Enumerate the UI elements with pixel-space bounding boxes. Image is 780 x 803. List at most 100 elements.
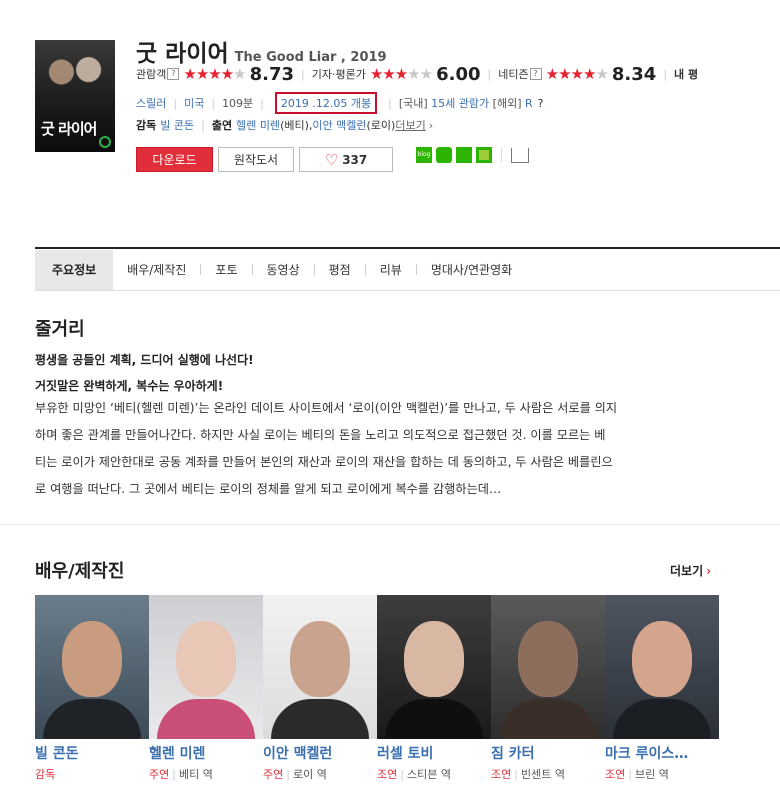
audience-label: 관람객 — [136, 68, 167, 81]
critic-score: 6.00 — [436, 63, 481, 85]
cast-role: 감독 — [35, 768, 56, 781]
original-book-button[interactable]: 원작도서 — [218, 147, 294, 172]
divider: | — [260, 96, 264, 110]
cast-role: 조연 — [377, 768, 398, 781]
help-icon[interactable]: ? — [538, 97, 544, 110]
cast-name[interactable]: 짐 카터 — [491, 743, 605, 763]
critic-label: 기자·평론가 — [311, 68, 366, 81]
blog-share-icon[interactable]: blog — [416, 147, 432, 163]
cast-body — [43, 699, 141, 739]
country-link[interactable]: 미국 — [184, 95, 204, 111]
critic-stars: ★★★★★ — [369, 65, 433, 83]
poster-image — [41, 48, 109, 96]
cast-name[interactable]: 빌 콘돈 — [35, 743, 149, 763]
netizen-stars: ★★★★★ — [545, 65, 609, 83]
divider: | — [487, 67, 492, 81]
synopsis-line: 하며 좋은 관계를 만들어나간다. 하지만 사실 로이는 베티의 돈을 노리고 … — [35, 428, 606, 442]
cast-card[interactable]: 짐 카터 조연 | 빈센트 역 — [491, 595, 605, 782]
cast-role: 주연 — [263, 768, 284, 781]
tab-cast[interactable]: 배우/제작진 — [113, 250, 200, 290]
credits-line: 감독 빌 콘돈 | 출연 헬렌 미렌 (베티), 이안 맥켈런 (로이) 더보기 › — [136, 116, 433, 134]
divider: | — [628, 768, 632, 781]
tab-review[interactable]: 리뷰 — [366, 250, 416, 290]
cast-face — [404, 621, 464, 697]
share-icons: blog — [416, 147, 529, 163]
cast-photo[interactable] — [491, 595, 605, 739]
cast-name[interactable]: 마크 루이스… — [605, 743, 719, 763]
cast-body — [613, 699, 711, 739]
share-icon[interactable] — [511, 147, 529, 163]
synopsis-line: 티는 로이가 제안한대로 공동 계좌를 만들어 본인의 재산과 로이의 재산을 … — [35, 455, 613, 469]
cast-label: 출연 — [211, 119, 233, 132]
cast-name[interactable]: 헬렌 미렌 — [149, 743, 263, 763]
heart-icon: ♡ — [324, 150, 339, 169]
cast-more-link[interactable]: 더보기 › — [670, 562, 711, 579]
credits-more-link[interactable]: 더보기 — [395, 117, 425, 133]
release-date[interactable]: 2019 .12.05 개봉 — [274, 92, 378, 114]
cast-photo[interactable] — [35, 595, 149, 739]
director-link[interactable]: 빌 콘돈 — [160, 117, 194, 133]
cast-photo[interactable] — [377, 595, 491, 739]
cast-character: 스티븐 역 — [406, 768, 451, 781]
tab-quotes[interactable]: 명대사/연관영화 — [417, 250, 526, 290]
cast-card[interactable]: 러셀 토비 조연 | 스티븐 역 — [377, 595, 491, 782]
tab-rating[interactable]: 평점 — [315, 250, 365, 290]
memo-share-icon[interactable] — [476, 147, 492, 163]
divider: | — [400, 768, 404, 781]
tab-main-info[interactable]: 주요정보 — [35, 249, 114, 290]
section-divider — [0, 524, 780, 525]
cast-face — [176, 621, 236, 697]
cast-face — [632, 621, 692, 697]
overseas-rating-link[interactable]: R — [525, 97, 533, 110]
chevron-right-icon: › — [706, 564, 712, 578]
cast-body — [157, 699, 255, 739]
divider: | — [172, 768, 176, 781]
genre-link[interactable]: 스릴러 — [136, 95, 166, 111]
like-button[interactable]: ♡ 337 — [299, 147, 393, 172]
cast-name[interactable]: 이안 맥켈런 — [263, 743, 377, 763]
cafe-share-icon[interactable] — [436, 147, 452, 163]
my-rating-label[interactable]: 내 평 — [674, 66, 698, 82]
audience-score: 8.73 — [249, 63, 295, 85]
cast-photo[interactable] — [263, 595, 377, 739]
help-icon[interactable]: ? — [529, 68, 542, 80]
divider: | — [173, 96, 178, 110]
cast-photo[interactable] — [605, 595, 719, 739]
tab-video[interactable]: 동영상 — [253, 250, 314, 290]
like-count: 337 — [342, 152, 368, 167]
download-button[interactable]: 다운로드 — [136, 147, 213, 172]
divider — [501, 148, 502, 162]
cast-face — [62, 621, 122, 697]
synopsis-line: 부유한 미망인 ‘베티(헬렌 미렌)’는 온라인 데이트 사이트에서 ‘로이(이… — [35, 401, 618, 415]
cast-card[interactable]: 이안 맥켈런 주연 | 로이 역 — [263, 595, 377, 782]
bookmark-share-icon[interactable] — [456, 147, 472, 163]
cast-name[interactable]: 러셀 토비 — [377, 743, 491, 763]
divider: | — [388, 96, 392, 110]
cast-link-2[interactable]: 이안 맥켈런 — [312, 117, 366, 133]
cast-face — [290, 621, 350, 697]
cast-link-1[interactable]: 헬렌 미렌 — [236, 117, 280, 133]
zoom-icon[interactable] — [99, 136, 111, 148]
movie-poster[interactable]: 굿 라이어 — [35, 40, 115, 152]
help-icon[interactable]: ? — [167, 68, 180, 80]
divider: | — [211, 96, 216, 110]
cast-character: 베티 역 — [178, 768, 213, 781]
movie-info: 스릴러 | 미국 | 109분 | 2019 .12.05 개봉 | [국내] … — [136, 92, 544, 114]
divider: | — [514, 768, 518, 781]
divider: | — [286, 768, 290, 781]
cast-card[interactable]: 빌 콘돈 감독 — [35, 595, 149, 782]
cast-card[interactable]: 마크 루이스… 조연 | 브린 역 — [605, 595, 719, 782]
cast-body — [385, 699, 483, 739]
domestic-rating-link[interactable]: 15세 관람가 — [431, 95, 489, 111]
synopsis-heading: 줄거리 — [35, 319, 85, 340]
cast-heading: 배우/제작진 — [35, 561, 125, 582]
ratings-bar: 관람객 ? ★★★★★ 8.73 | 기자·평론가 ★★★★★ 6.00 | 네… — [136, 63, 698, 85]
cast-photo[interactable] — [149, 595, 263, 739]
synopsis-tagline-2: 거짓말은 완벽하게, 복수는 우아하게! — [35, 379, 224, 393]
overseas-label: [해외] — [492, 97, 522, 110]
audience-stars: ★★★★★ — [183, 65, 246, 83]
runtime: 109분 — [222, 97, 254, 110]
netizen-label: 네티즌 — [498, 68, 529, 81]
tab-photo[interactable]: 포토 — [201, 250, 251, 290]
cast-card[interactable]: 헬렌 미렌 주연 | 베티 역 — [149, 595, 263, 782]
